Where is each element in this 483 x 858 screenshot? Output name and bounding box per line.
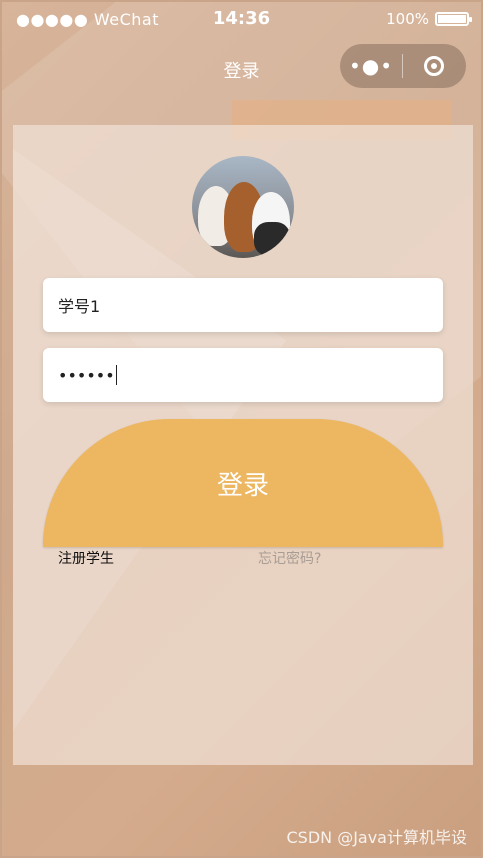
username-value: 学号1 (58, 297, 101, 316)
login-button-label: 登录 (216, 470, 269, 501)
avatar (192, 156, 294, 258)
password-value: •••••• (58, 365, 115, 385)
status-bar: ●●●●● WeChat 14:36 100% (2, 2, 481, 38)
login-card: 学号1 •••••• 登录 注册学生 忘记密码? (13, 125, 473, 765)
watermark: CSDN @Java计算机毕设 (286, 828, 467, 847)
close-button[interactable] (403, 56, 465, 76)
battery-percent: 100% (386, 10, 429, 28)
forgot-password-link[interactable]: 忘记密码? (258, 548, 321, 568)
username-input[interactable]: 学号1 (43, 278, 443, 332)
bear-illustration (254, 222, 290, 256)
battery-icon (435, 12, 472, 26)
text-cursor (115, 365, 117, 385)
password-input[interactable]: •••••• (43, 348, 443, 402)
login-button[interactable]: 登录 (43, 419, 443, 547)
register-link[interactable]: 注册学生 (58, 548, 114, 568)
mini-program-capsule: •●• (340, 44, 466, 88)
battery-indicator: 100% (386, 10, 472, 28)
more-dots-icon[interactable]: •●• (340, 54, 402, 78)
app-frame: ●●●●● WeChat 14:36 100% 登录 •●• 学号1 •••••… (2, 2, 481, 856)
target-icon (424, 56, 444, 76)
battery-fill (438, 15, 466, 23)
